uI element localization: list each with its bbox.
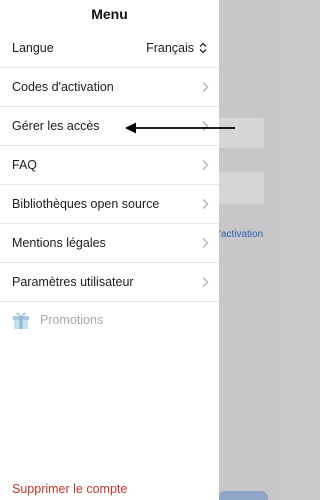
menu-item-label: FAQ — [12, 158, 38, 172]
menu-item-user-settings[interactable]: Paramètres utilisateur — [0, 263, 219, 302]
menu-item-activation-codes[interactable]: Codes d'activation — [0, 68, 219, 107]
chevron-right-icon — [202, 198, 209, 210]
menu-item-label: Bibliothèques open source — [12, 197, 160, 211]
background-button — [218, 491, 268, 500]
language-value: Français — [146, 41, 194, 55]
language-row[interactable]: Langue Français — [0, 29, 219, 68]
annotation-arrow-icon — [125, 122, 235, 134]
menu-item-label: Gérer les accès — [12, 119, 100, 133]
up-down-chevron-icon — [199, 42, 207, 54]
menu-item-legal[interactable]: Mentions légales — [0, 224, 219, 263]
menu-item-label: Mentions légales — [12, 236, 106, 250]
background-activation-link: 'activation — [219, 229, 264, 240]
menu-item-faq[interactable]: FAQ — [0, 146, 219, 185]
delete-account-link[interactable]: Supprimer le compte — [12, 482, 127, 496]
chevron-right-icon — [202, 159, 209, 171]
chevron-right-icon — [202, 237, 209, 249]
menu-drawer: Menu Langue Français Codes d'activation … — [0, 0, 219, 500]
menu-title: Menu — [91, 6, 128, 22]
chevron-right-icon — [202, 276, 209, 288]
chevron-right-icon — [202, 81, 209, 93]
gift-icon — [13, 312, 29, 329]
menu-item-open-source[interactable]: Bibliothèques open source — [0, 185, 219, 224]
language-select[interactable]: Français — [146, 41, 207, 55]
language-label: Langue — [12, 41, 54, 55]
menu-item-label: Paramètres utilisateur — [12, 275, 134, 289]
promotions-item[interactable]: Promotions — [0, 305, 219, 335]
promotions-label: Promotions — [40, 313, 104, 327]
menu-item-label: Codes d'activation — [12, 80, 114, 94]
